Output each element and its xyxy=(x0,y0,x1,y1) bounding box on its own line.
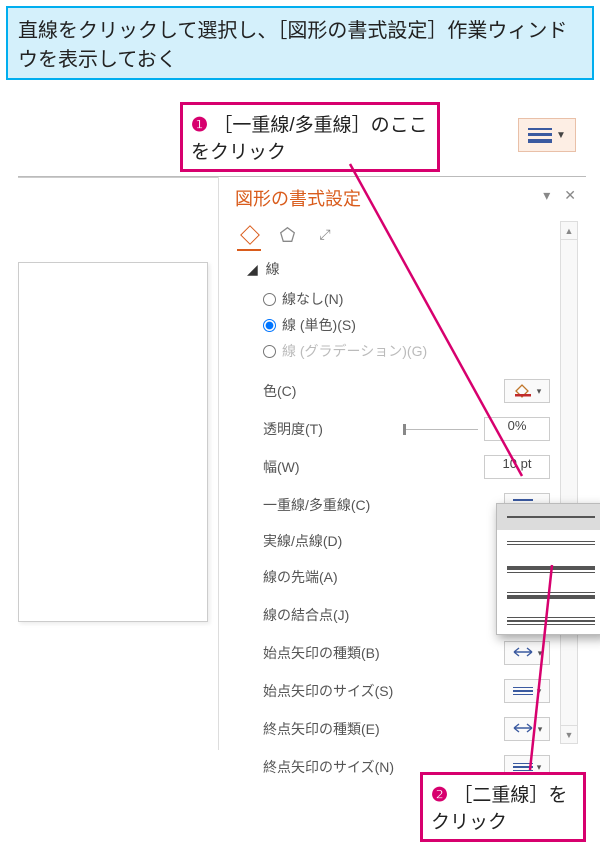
prop-compound-label: 一重線/多重線(C) xyxy=(263,495,370,515)
prop-end-type-label: 終点矢印の種類(E) xyxy=(263,719,380,739)
compound-option-thick-thin[interactable] xyxy=(497,556,600,582)
begin-type-dropdown[interactable]: ▾ xyxy=(504,641,550,665)
size-icon: ⤢ xyxy=(319,226,330,243)
prop-end-type: 終点矢印の種類(E) ▾ xyxy=(247,717,550,741)
radio-line-gradient[interactable] xyxy=(263,345,276,358)
color-picker-button[interactable]: ▾ xyxy=(504,379,550,403)
app-area: 図形の書式設定 ▾ ✕ ⤢ ◢ 線 xyxy=(18,176,586,750)
size-lines-icon xyxy=(513,763,533,772)
pane-header: 図形の書式設定 ▾ ✕ xyxy=(219,177,586,217)
prop-transparency: 透明度(T) 0% xyxy=(247,417,550,441)
pane-controls: ▾ ✕ xyxy=(543,187,576,204)
radio-row-gradient[interactable]: 線 (グラデーション)(G) xyxy=(247,341,550,361)
slide-canvas-area xyxy=(18,177,218,750)
compound-option-single[interactable] xyxy=(497,504,600,530)
prop-width-label: 幅(W) xyxy=(263,457,300,477)
end-type-dropdown[interactable]: ▾ xyxy=(504,717,550,741)
bucket-icon xyxy=(513,382,533,401)
radio-line-none[interactable] xyxy=(263,293,276,306)
transparency-value[interactable]: 0% xyxy=(484,417,550,441)
compound-option-thin-thick[interactable] xyxy=(497,582,600,608)
compound-option-double[interactable] xyxy=(497,530,600,556)
scroll-up-button[interactable]: ▲ xyxy=(561,222,577,240)
tab-fill-line[interactable] xyxy=(235,221,263,247)
prop-color-label: 色(C) xyxy=(263,381,296,401)
prop-transparency-label: 透明度(T) xyxy=(263,419,323,439)
prop-begin-size: 始点矢印のサイズ(S) ▾ xyxy=(247,679,550,703)
tab-size[interactable]: ⤢ xyxy=(311,221,339,247)
pane-body: ◢ 線 線なし(N) 線 (単色)(S) 線 (グラデーション)(G) 色(C) xyxy=(219,253,586,739)
radio-line-solid[interactable] xyxy=(263,319,276,332)
compound-line-toolbar-button[interactable]: ▼ xyxy=(518,118,576,152)
compound-line-popup xyxy=(496,503,600,635)
pane-scrollbar[interactable]: ▲ ▼ xyxy=(560,221,578,744)
prop-join-label: 線の結合点(J) xyxy=(263,605,349,625)
fill-bucket-icon xyxy=(241,226,258,243)
scroll-down-button[interactable]: ▼ xyxy=(561,725,577,743)
prop-dash-label: 実線/点線(D) xyxy=(263,531,342,551)
radio-label-gradient: 線 (グラデーション)(G) xyxy=(282,341,427,361)
prop-begin-size-label: 始点矢印のサイズ(S) xyxy=(263,681,393,701)
pane-dropdown-icon[interactable]: ▾ xyxy=(543,187,550,204)
prop-begin-type: 始点矢印の種類(B) ▾ xyxy=(247,641,550,665)
instruction-text: 直線をクリックして選択し、［図形の書式設定］作業ウィンドウを表示しておく xyxy=(18,20,567,71)
pane-close-icon[interactable]: ✕ xyxy=(564,187,576,204)
section-line[interactable]: ◢ 線 xyxy=(247,259,550,279)
radio-row-solid[interactable]: 線 (単色)(S) xyxy=(247,315,550,335)
prop-width: 幅(W) 10 pt xyxy=(247,455,550,479)
compound-option-triple[interactable] xyxy=(497,608,600,634)
radio-row-none[interactable]: 線なし(N) xyxy=(247,289,550,309)
tab-effects[interactable] xyxy=(273,221,301,247)
prop-begin-type-label: 始点矢印の種類(B) xyxy=(263,643,380,663)
pane-tabs: ⤢ xyxy=(219,217,586,253)
pentagon-icon xyxy=(279,226,296,243)
size-lines-icon xyxy=(513,687,533,696)
begin-arrow-icon xyxy=(512,646,534,661)
radio-label-none: 線なし(N) xyxy=(282,289,343,309)
compound-line-icon xyxy=(528,128,552,143)
chevron-down-icon: ◢ xyxy=(247,261,258,277)
radio-label-solid: 線 (単色)(S) xyxy=(282,315,356,335)
end-arrow-icon xyxy=(512,722,534,737)
callout-2-text: ［二重線］をクリック xyxy=(431,785,567,833)
callout-1-number: ❶ xyxy=(191,115,208,136)
begin-size-dropdown[interactable]: ▾ xyxy=(504,679,550,703)
callout-2-number: ❷ xyxy=(431,785,448,806)
section-line-label: 線 xyxy=(266,261,280,277)
prop-cap-label: 線の先端(A) xyxy=(263,567,338,587)
callout-1-text: ［一重線/多重線］のここをクリック xyxy=(191,115,428,163)
slide-thumbnail[interactable] xyxy=(18,262,208,622)
prop-color: 色(C) ▾ xyxy=(247,379,550,403)
width-value[interactable]: 10 pt xyxy=(484,455,550,479)
pane-title: 図形の書式設定 xyxy=(235,185,574,211)
format-shape-pane: 図形の書式設定 ▾ ✕ ⤢ ◢ 線 xyxy=(218,177,586,750)
instruction-box: 直線をクリックして選択し、［図形の書式設定］作業ウィンドウを表示しておく xyxy=(6,6,594,80)
prop-end-size-label: 終点矢印のサイズ(N) xyxy=(263,757,394,777)
chevron-down-icon: ▼ xyxy=(556,130,566,141)
transparency-slider[interactable] xyxy=(406,429,478,430)
callout-2: ❷ ［二重線］をクリック xyxy=(420,772,586,842)
callout-1: ❶ ［一重線/多重線］のここをクリック xyxy=(180,102,440,172)
